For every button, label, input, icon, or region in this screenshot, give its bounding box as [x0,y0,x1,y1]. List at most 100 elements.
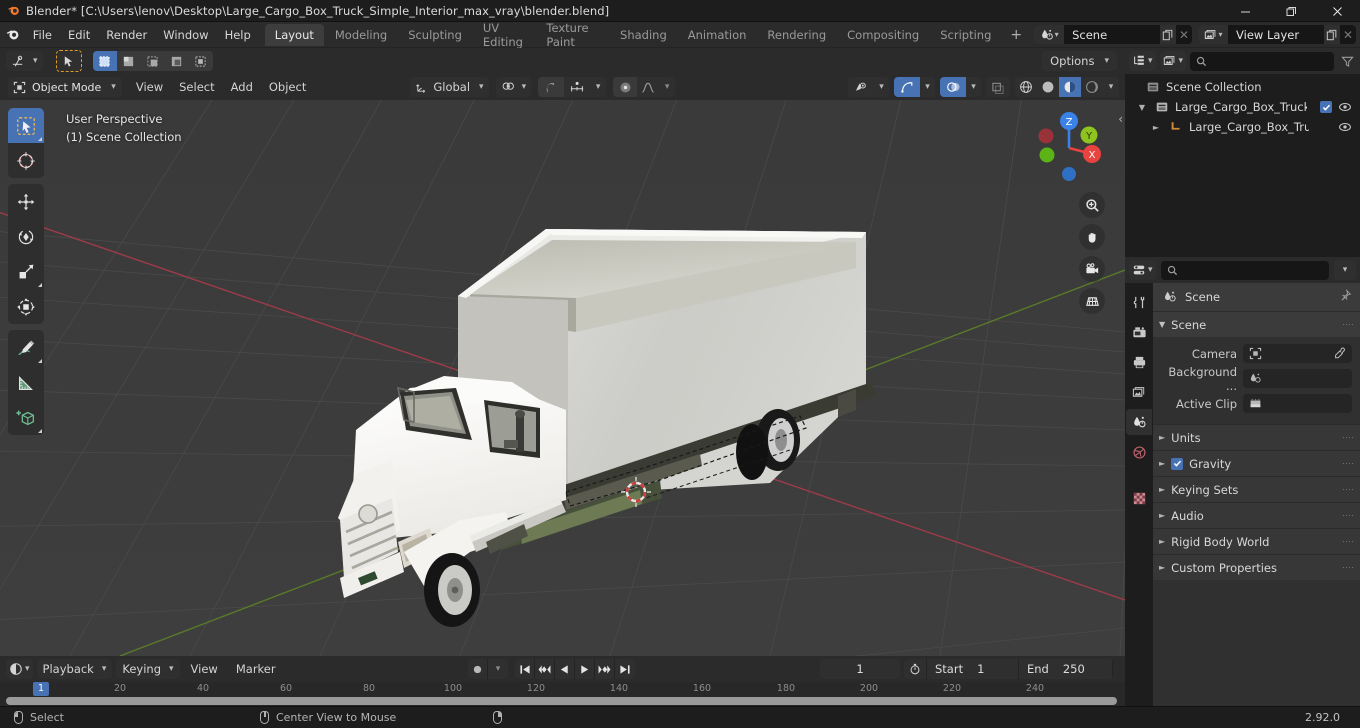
chevron-down-icon[interactable]: ▼ [1135,103,1149,112]
next-keyframe-icon[interactable] [595,659,615,679]
panel-header-gravity[interactable]: ► Gravity [1153,450,1360,476]
wireframe-shading-icon[interactable] [1015,77,1037,97]
tab-animation[interactable]: Animation [678,24,757,46]
timeline-editor-type[interactable]: ▾ [6,659,33,679]
minimize-button[interactable] [1222,0,1268,22]
tab-world-icon[interactable] [1126,439,1152,465]
tab-layout[interactable]: Layout [264,23,324,46]
solid-shading-icon[interactable] [1037,77,1059,97]
rendered-shading-icon[interactable] [1081,77,1103,97]
tab-render-icon[interactable] [1126,319,1152,345]
mode-selector[interactable]: Object Mode ▾ [8,77,122,97]
remove-viewlayer-button[interactable]: ✕ [1340,25,1356,44]
panel-header-keying-sets[interactable]: ► Keying Sets [1153,476,1360,502]
playhead[interactable]: 1 [32,682,50,696]
blender-menu-icon[interactable] [0,22,25,48]
tab-texture-icon[interactable] [1126,485,1152,511]
panel-header-custom-properties[interactable]: ► Custom Properties [1153,554,1360,580]
add-cube-tool[interactable] [8,400,44,435]
outliner-row-truck-collection[interactable]: ▼ Large_Cargo_Box_Truck_ [1125,97,1360,117]
timeline-scrollbar[interactable] [6,697,1117,705]
tab-scene-icon[interactable] [1126,409,1152,435]
background-scene-field[interactable] [1243,369,1352,388]
prev-keyframe-icon[interactable] [535,659,555,679]
outliner-checkbox[interactable] [1320,101,1332,113]
remove-scene-button[interactable]: ✕ [1176,25,1192,44]
keying-menu[interactable]: Keying ▾ [116,659,180,679]
measure-tool[interactable] [8,365,44,400]
tab-modeling[interactable]: Modeling [325,24,397,46]
outliner-search-input[interactable] [1190,51,1334,71]
tab-scripting[interactable]: Scripting [930,24,1001,46]
properties-search-input[interactable] [1160,260,1329,280]
play-reverse-icon[interactable] [555,659,575,679]
auto-keying-icon[interactable] [468,659,488,679]
annotate-tool[interactable] [8,330,44,365]
overlays-toggle-icon[interactable] [940,77,966,97]
camera-icon[interactable] [1079,256,1105,282]
cursor-tool[interactable] [8,143,44,178]
proportional-edit-icon[interactable] [613,77,638,97]
outliner-row-truck-mesh[interactable]: ► Large_Cargo_Box_Tru [1125,117,1360,137]
material-preview-shading-icon[interactable] [1059,77,1081,97]
gizmos-toggle-icon[interactable] [894,77,920,97]
gravity-checkbox[interactable] [1171,457,1184,470]
panel-header-rigid-body-world[interactable]: ► Rigid Body World [1153,528,1360,554]
menu-help[interactable]: Help [217,22,259,48]
pin-icon[interactable] [1339,288,1352,305]
panel-header-audio[interactable]: ► Audio [1153,502,1360,528]
menu-window[interactable]: Window [155,22,216,48]
scene-selector[interactable]: ▾ Scene ✕ [1034,25,1193,44]
end-frame-field[interactable]: End 250 [1019,659,1113,679]
use-preview-range-icon[interactable] [904,659,927,679]
tab-sculpting[interactable]: Sculpting [398,24,472,46]
jump-start-icon[interactable] [515,659,535,679]
play-icon[interactable] [575,659,595,679]
camera-field[interactable] [1243,344,1352,363]
add-workspace-button[interactable]: + [1002,22,1030,48]
outliner-editor-type[interactable]: ▾ [1129,51,1156,71]
gizmo-dropdown-icon[interactable]: ▾ [920,77,935,97]
hand-icon[interactable] [1079,224,1105,250]
transform-tool[interactable] [8,289,44,324]
select-invert-icon[interactable] [164,51,189,71]
options-button[interactable]: Options ▾ [1042,51,1117,71]
xray-toggle-icon[interactable] [986,77,1010,97]
editor-type-selector[interactable]: ▾ [6,51,43,71]
viewport-sidebar-toggle[interactable]: ‹ [1118,112,1123,126]
eye-icon[interactable] [1338,100,1352,117]
properties-options-dropdown[interactable]: ▾ [1334,260,1356,280]
scale-tool[interactable] [8,254,44,289]
active-tool-indicator[interactable] [55,50,82,72]
new-scene-button[interactable] [1160,25,1177,44]
viewport-menu-add[interactable]: Add [223,77,261,97]
new-viewlayer-button[interactable] [1324,25,1341,44]
tab-shading[interactable]: Shading [610,24,677,46]
snap-increment-icon[interactable] [564,77,591,97]
select-intersect-icon[interactable] [188,51,213,71]
current-frame-field[interactable]: 1 [820,659,900,679]
rotate-tool[interactable] [8,219,44,254]
shading-dropdown-icon[interactable]: ▾ [1103,77,1119,97]
tab-compositing[interactable]: Compositing [837,24,929,46]
outliner-filter-icon[interactable] [1338,55,1356,68]
panel-header-scene[interactable]: ▼ Scene [1153,311,1360,337]
select-extend-icon[interactable] [116,51,141,71]
maximize-button[interactable] [1268,0,1314,22]
overlays-dropdown-icon[interactable]: ▾ [966,77,981,97]
select-subtract-icon[interactable] [140,51,165,71]
zoom-icon[interactable] [1079,192,1105,218]
tab-viewlayer-icon[interactable] [1126,379,1152,405]
tab-uv-editing[interactable]: UV Editing [473,21,536,49]
viewport-menu-select[interactable]: Select [171,77,222,97]
tab-tool-icon[interactable] [1126,289,1152,315]
3d-viewport[interactable]: User Perspective (1) Scene Collection Z … [0,100,1125,656]
outliner-display-mode[interactable]: ▾ [1159,51,1187,71]
properties-editor-type[interactable]: ▾ [1129,260,1156,280]
timeline-ruler[interactable]: 1 20 40 60 80 100 120 140 160 180 200 22… [0,682,1125,696]
outliner-row-scene-collection[interactable]: Scene Collection [1125,77,1360,97]
show-gizmo-icon[interactable] [848,77,874,97]
viewlayer-selector[interactable]: ▾ View Layer ✕ [1198,25,1356,44]
start-frame-field[interactable]: Start 1 [927,659,1019,679]
pivot-point-selector[interactable]: ▾ [495,77,532,97]
